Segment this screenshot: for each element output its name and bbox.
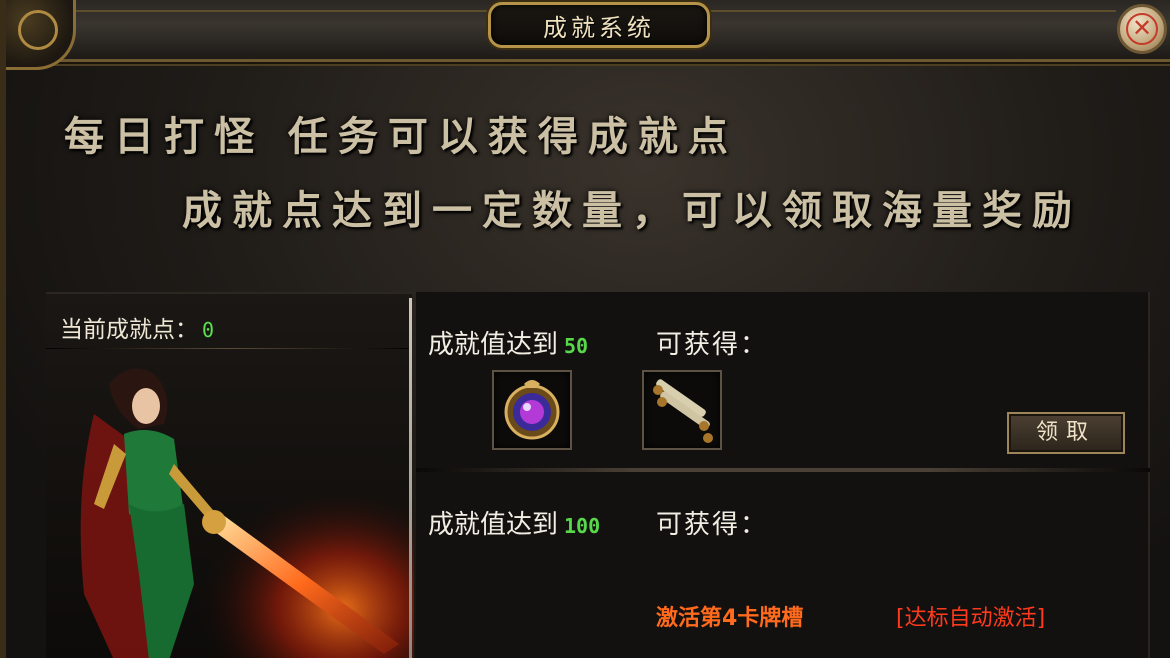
reward-row: 成就值达到 50 可获得： 领取 xyxy=(416,292,1150,472)
requirement-value: 100 xyxy=(564,514,601,538)
requirement-label: 成就值达到 xyxy=(428,510,559,540)
close-icon: ✕ xyxy=(1126,13,1158,45)
obtain-label: 可获得： xyxy=(656,330,769,360)
auto-activate-text: [达标自动激活] xyxy=(896,606,1046,631)
banner-line-2: 成就点达到一定数量，可以领取海量奖励 xyxy=(182,187,1082,234)
requirement-label: 成就值达到 xyxy=(428,330,559,360)
points-divider xyxy=(46,348,412,349)
current-points: 当前成就点： 0 xyxy=(60,310,214,344)
close-button[interactable]: ✕ xyxy=(1117,4,1167,54)
title-plate: 成就系统 xyxy=(488,2,710,48)
reward-row: 成就值达到 100 可获得： 激活第4卡牌槽 [达标自动激活] xyxy=(416,472,1150,648)
reward-item-slot-2[interactable] xyxy=(642,370,722,450)
banner-line-1: 每日打怪 任务可以获得成就点 xyxy=(64,113,738,160)
scroll-icon xyxy=(653,379,713,443)
reward-list: 成就值达到 50 可获得： 领取 成就值达到 100 可获得： 激活第4卡牌槽 … xyxy=(416,292,1150,658)
card-slot-reward-text: 激活第4卡牌槽 xyxy=(656,606,804,631)
current-points-value: 0 xyxy=(202,318,215,342)
window-title: 成就系统 xyxy=(543,13,655,42)
achievement-window: 成就系统 ✕ 每日打怪 任务可以获得成就点 成就点达到一定数量，可以领取海量奖励… xyxy=(0,0,1170,658)
character-panel: 当前成就点： 0 xyxy=(46,292,414,658)
panel-divider xyxy=(409,298,412,658)
current-points-label: 当前成就点： xyxy=(60,317,198,343)
requirement-value: 50 xyxy=(564,334,589,358)
requirement-text: 成就值达到 50 xyxy=(428,324,596,361)
orb-amulet-icon xyxy=(504,380,560,440)
hero-character-art xyxy=(80,368,414,658)
requirement-text: 成就值达到 100 xyxy=(428,504,608,541)
obtain-label: 可获得： xyxy=(656,510,769,540)
claim-button[interactable]: 领取 xyxy=(1007,412,1125,454)
reward-item-slot-1[interactable] xyxy=(492,370,572,450)
